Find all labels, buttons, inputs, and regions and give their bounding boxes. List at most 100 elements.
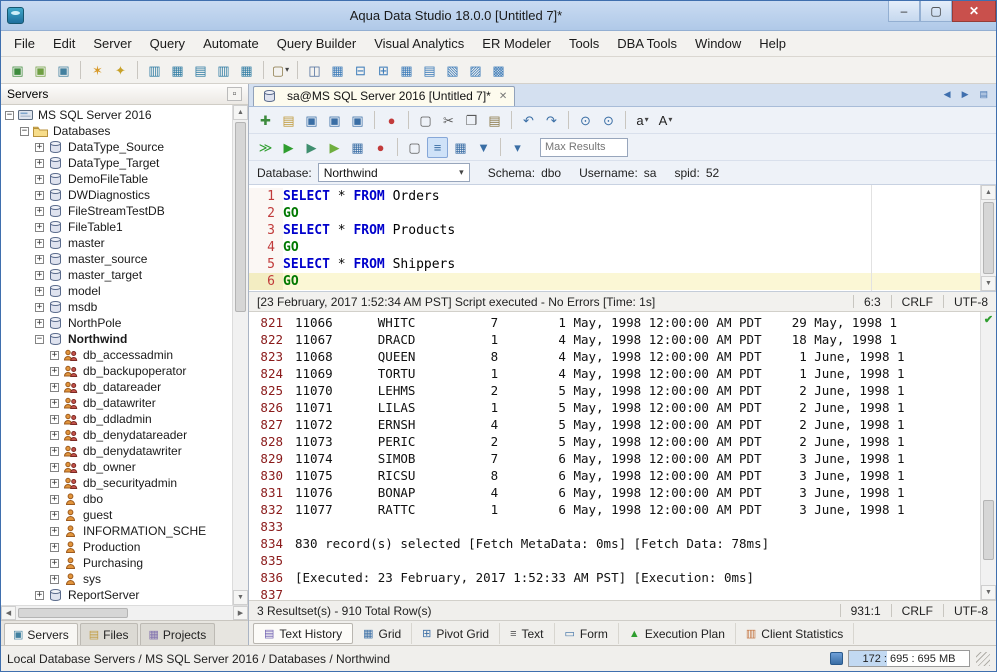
tree-item-filetable1[interactable]: +FileTable1 xyxy=(1,219,232,235)
expander-plus-icon[interactable]: + xyxy=(35,271,44,280)
results-vertical-scrollbar[interactable]: ✔ ▼ xyxy=(980,312,996,600)
results-row-835[interactable]: 835 xyxy=(249,552,980,569)
tree-item-db-backupoperator[interactable]: +db_backupoperator xyxy=(1,363,232,379)
execute-explain-icon[interactable]: ▶ xyxy=(324,137,345,158)
expander-plus-icon[interactable]: + xyxy=(50,415,59,424)
panel-menu-icon[interactable]: ▫ xyxy=(227,87,242,101)
tree-item-northwind[interactable]: −Northwind xyxy=(1,331,232,347)
expander-minus-icon[interactable]: − xyxy=(35,335,44,344)
layout-split-vertical-icon[interactable]: ⊞ xyxy=(373,60,394,81)
layout-split-horizontal-icon[interactable]: ⊟ xyxy=(350,60,371,81)
layout-tabs-icon[interactable]: ▤ xyxy=(419,60,440,81)
scroll-up-icon[interactable]: ▲ xyxy=(981,185,996,200)
redo-icon[interactable]: ↷ xyxy=(541,110,562,131)
results-row-837[interactable]: 837 xyxy=(249,586,980,600)
expander-plus-icon[interactable]: + xyxy=(35,159,44,168)
document-tab[interactable]: sa@MS SQL Server 2016 [Untitled 7]* ✕ xyxy=(253,86,515,106)
results-row-821[interactable]: 82111066 WHITC 7 1 May, 1998 12:00:00 AM… xyxy=(249,314,980,331)
expander-plus-icon[interactable]: + xyxy=(35,287,44,296)
maximize-button[interactable]: ▢ xyxy=(920,1,952,22)
query-analyzer-icon[interactable]: ▥ xyxy=(144,60,165,81)
layout-tile-icon[interactable]: ▨ xyxy=(465,60,486,81)
tree-item-dwdiagnostics[interactable]: +DWDiagnostics xyxy=(1,187,232,203)
tree-item-northpole[interactable]: +NorthPole xyxy=(1,315,232,331)
query-builder-icon[interactable]: ▦ xyxy=(167,60,188,81)
resize-grip[interactable] xyxy=(976,652,990,666)
menu-item-query[interactable]: Query xyxy=(141,31,194,56)
tree-item-master-source[interactable]: +master_source xyxy=(1,251,232,267)
expander-plus-icon[interactable]: + xyxy=(35,191,44,200)
tree-item-db-owner[interactable]: +db_owner xyxy=(1,459,232,475)
tab-list-icon[interactable]: ▤ xyxy=(975,87,992,102)
results-row-831[interactable]: 83111076 BONAP 4 6 May, 1998 12:00:00 AM… xyxy=(249,484,980,501)
instance-manager-icon[interactable]: ▥ xyxy=(213,60,234,81)
results-row-823[interactable]: 82311068 QUEEN 8 4 May, 1998 12:00:00 AM… xyxy=(249,348,980,365)
tree-item-ms-sql-server-2016[interactable]: −MS SQL Server 2016 xyxy=(1,107,232,123)
copy-icon[interactable]: ❐ xyxy=(461,110,482,131)
scroll-down-icon[interactable]: ▼ xyxy=(981,585,996,600)
scroll-down-icon[interactable]: ▼ xyxy=(981,276,996,291)
menu-item-window[interactable]: Window xyxy=(686,31,750,56)
fetch-options-icon[interactable]: ▾ xyxy=(507,137,528,158)
tree-vertical-scrollbar[interactable]: ▲ ▼ xyxy=(232,105,248,605)
memory-monitor-icon[interactable] xyxy=(830,652,843,665)
expander-plus-icon[interactable]: + xyxy=(50,479,59,488)
session-manager-icon[interactable]: ▦ xyxy=(236,60,257,81)
expander-plus-icon[interactable]: + xyxy=(50,383,59,392)
explorer-tab-projects[interactable]: ▦Projects xyxy=(140,623,216,645)
expander-plus-icon[interactable]: + xyxy=(35,255,44,264)
tree-item-purchasing[interactable]: +Purchasing xyxy=(1,555,232,571)
results-row-836[interactable]: 836[Executed: 23 February, 2017 1:52:33 … xyxy=(249,569,980,586)
alter-wizard-icon[interactable]: ✦ xyxy=(110,60,131,81)
expander-plus-icon[interactable]: + xyxy=(50,543,59,552)
menu-item-tools[interactable]: Tools xyxy=(560,31,608,56)
tree-item-db-datawriter[interactable]: +db_datawriter xyxy=(1,395,232,411)
expander-plus-icon[interactable]: + xyxy=(50,447,59,456)
layout-cascade-icon[interactable]: ▧ xyxy=(442,60,463,81)
results-row-833[interactable]: 833 xyxy=(249,518,980,535)
max-results-input[interactable] xyxy=(540,138,628,157)
tree-item-msdb[interactable]: +msdb xyxy=(1,299,232,315)
create-wizard-icon[interactable]: ✶ xyxy=(87,60,108,81)
execute-script-icon[interactable]: ≫ xyxy=(255,137,276,158)
next-tab-icon[interactable]: ▶ xyxy=(958,87,973,102)
uppercase-icon[interactable]: A▾ xyxy=(655,110,676,131)
results-row-827[interactable]: 82711072 ERNSH 4 5 May, 1998 12:00:00 AM… xyxy=(249,416,980,433)
tree-hscroll-thumb[interactable] xyxy=(18,608,128,618)
explorer-tab-files[interactable]: ▤Files xyxy=(80,623,138,645)
expander-plus-icon[interactable]: + xyxy=(35,303,44,312)
scroll-up-icon[interactable]: ▲ xyxy=(233,105,248,120)
expander-plus-icon[interactable]: + xyxy=(50,575,59,584)
tree-item-db-denydatareader[interactable]: +db_denydatareader xyxy=(1,427,232,443)
tree-item-reportserver[interactable]: +ReportServer xyxy=(1,587,232,603)
expander-plus-icon[interactable]: + xyxy=(35,143,44,152)
results-row-832[interactable]: 83211077 RATTC 1 6 May, 1998 12:00:00 AM… xyxy=(249,501,980,518)
results-row-826[interactable]: 82611071 LILAS 1 5 May, 1998 12:00:00 AM… xyxy=(249,399,980,416)
expander-plus-icon[interactable]: + xyxy=(50,559,59,568)
results-tab-execution-plan[interactable]: ▲Execution Plan xyxy=(619,623,736,644)
tree-item-db-datareader[interactable]: +db_datareader xyxy=(1,379,232,395)
expander-plus-icon[interactable]: + xyxy=(50,351,59,360)
open-file-icon[interactable]: ▤ xyxy=(278,110,299,131)
editor-scroll-thumb[interactable] xyxy=(983,202,994,274)
tree-scroll-thumb[interactable] xyxy=(235,122,246,312)
expander-plus-icon[interactable]: + xyxy=(35,223,44,232)
select-block-icon[interactable]: ▢ xyxy=(415,110,436,131)
menu-item-visual-analytics[interactable]: Visual Analytics xyxy=(365,31,473,56)
save-as-icon[interactable]: ▣ xyxy=(324,110,345,131)
expander-plus-icon[interactable]: + xyxy=(35,319,44,328)
tree-item-master[interactable]: +master xyxy=(1,235,232,251)
tree-item-sys[interactable]: +sys xyxy=(1,571,232,587)
tree-horizontal-scrollbar[interactable]: ◀ ▶ xyxy=(1,605,248,620)
tree-item-db-securityadmin[interactable]: +db_securityadmin xyxy=(1,475,232,491)
expander-plus-icon[interactable]: + xyxy=(50,431,59,440)
tree-item-db-ddladmin[interactable]: +db_ddladmin xyxy=(1,411,232,427)
cancel-query-icon[interactable]: ● xyxy=(370,137,391,158)
import-servers-icon[interactable]: ▣ xyxy=(53,60,74,81)
expander-minus-icon[interactable]: − xyxy=(5,111,14,120)
visual-explain-icon[interactable]: ▦ xyxy=(347,137,368,158)
layout-restore-icon[interactable]: ▩ xyxy=(488,60,509,81)
results-tab-text-history[interactable]: ▤Text History xyxy=(253,623,353,644)
execute-edit-icon[interactable]: ▶ xyxy=(301,137,322,158)
minimize-button[interactable]: – xyxy=(888,1,920,22)
